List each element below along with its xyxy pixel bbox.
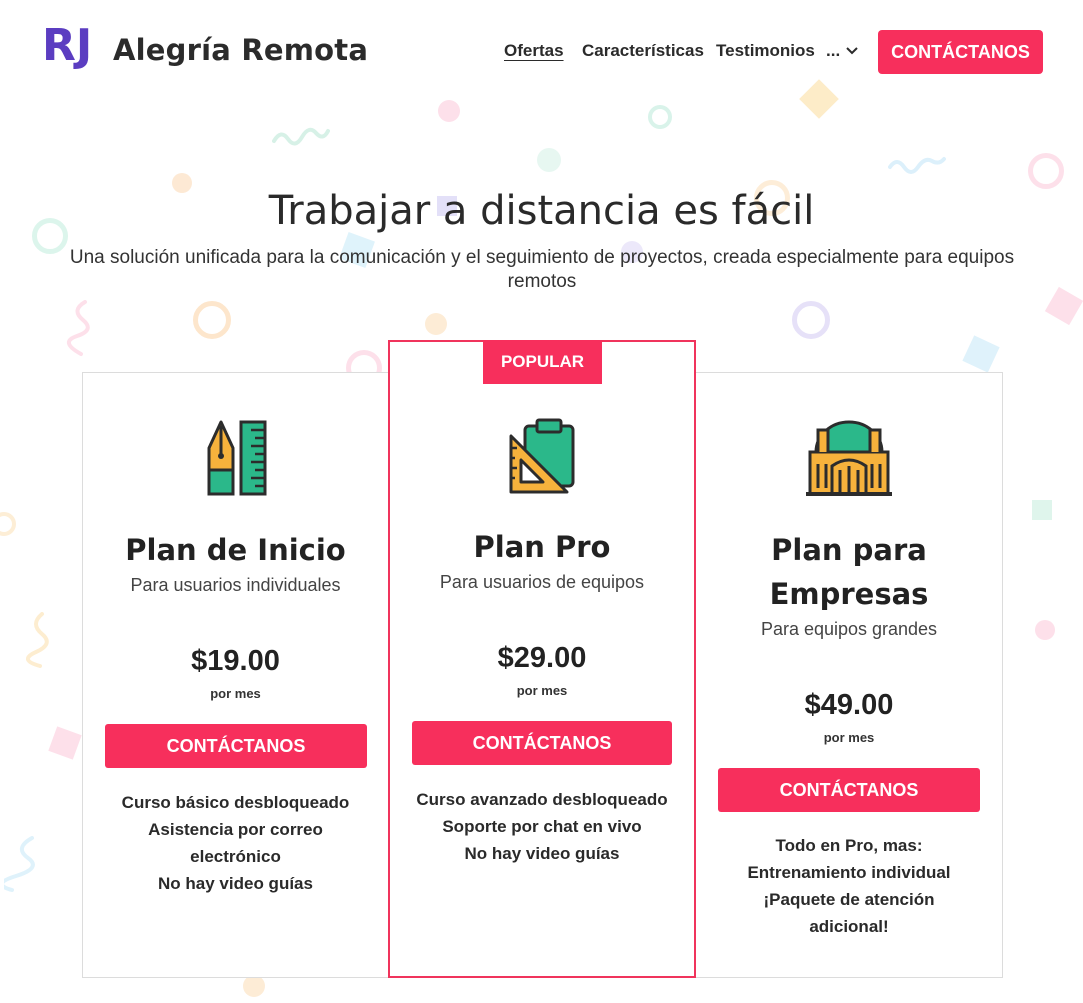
nav-caracteristicas[interactable]: Características	[582, 41, 704, 61]
popular-badge: POPULAR	[483, 340, 602, 384]
plan-price: $29.00	[497, 642, 587, 674]
plan-price: $49.00	[804, 689, 894, 721]
plan-features: Todo en Pro, mas: Entrenamiento individu…	[697, 832, 1001, 940]
plan-title: Plan de Inicio	[125, 533, 346, 567]
plan-contact-button-inicio[interactable]: CONTÁCTANOS	[105, 724, 367, 768]
confetti-square	[1044, 286, 1083, 326]
confetti-square	[48, 726, 82, 760]
confetti-ring	[0, 512, 16, 536]
header-contact-button[interactable]: CONTÁCTANOS	[878, 30, 1043, 74]
feature-item: Curso avanzado desbloqueado	[416, 790, 668, 809]
brand-name[interactable]: Alegría Remota	[113, 33, 368, 67]
confetti-ring	[1028, 153, 1064, 189]
confetti-squiggle	[26, 612, 49, 668]
confetti-square	[1032, 500, 1052, 520]
confetti-dot	[537, 148, 561, 172]
plan-period: por mes	[516, 683, 568, 698]
nav-testimonios[interactable]: Testimonios	[716, 41, 815, 61]
chevron-down-icon	[846, 47, 858, 55]
plan-title: Plan para Empresas	[697, 528, 1001, 616]
plan-title: Plan Pro	[473, 530, 611, 564]
feature-item: Asistencia por correo	[148, 820, 323, 839]
feature-item: Curso básico desbloqueado	[121, 793, 350, 812]
building-dome-icon	[806, 420, 892, 496]
confetti-squiggle	[4, 836, 35, 892]
clipboard-set-square-icon	[509, 418, 575, 494]
confetti-ring	[648, 105, 672, 129]
confetti-square	[799, 79, 839, 119]
plan-features: Curso avanzado desbloqueado Soporte por …	[390, 786, 694, 867]
hero-subtitle: Una solución unificada para la comunicac…	[69, 247, 1015, 292]
confetti-dot	[438, 100, 460, 122]
confetti-dot	[1035, 620, 1055, 640]
feature-item: Entrenamiento individual	[747, 863, 951, 882]
plan-subtitle: Para usuarios individuales	[130, 575, 341, 595]
feature-item: No hay video guías	[464, 844, 620, 863]
confetti-squiggle	[272, 127, 330, 146]
logo-icon[interactable]: RJ	[42, 18, 98, 84]
feature-item: adicional!	[809, 917, 889, 936]
pen-ruler-icon	[207, 420, 267, 496]
plan-features: Curso básico desbloqueado Asistencia por…	[84, 789, 387, 897]
plan-subtitle: Para usuarios de equipos	[439, 572, 645, 592]
plan-contact-button-empresas[interactable]: CONTÁCTANOS	[718, 768, 980, 812]
nav-ofertas[interactable]: Ofertas	[504, 41, 564, 61]
feature-item: ¡Paquete de atención	[763, 890, 935, 909]
nav-more-menu[interactable]: ...	[826, 41, 858, 61]
nav-more-label: ...	[826, 41, 841, 60]
plan-contact-button-pro[interactable]: CONTÁCTANOS	[412, 721, 672, 765]
plan-subtitle: Para equipos grandes	[760, 619, 938, 639]
plan-period: por mes	[823, 730, 875, 745]
confetti-squiggle	[67, 300, 90, 356]
plan-period: por mes	[210, 686, 261, 701]
confetti-dot	[425, 313, 447, 335]
feature-item: No hay video guías	[158, 874, 313, 893]
plan-title-line: Empresas	[769, 577, 929, 611]
confetti-squiggle	[888, 157, 946, 174]
confetti-dot	[243, 975, 265, 997]
plan-price: $19.00	[191, 645, 280, 677]
svg-text:RJ: RJ	[42, 20, 92, 71]
confetti-ring	[193, 301, 231, 339]
confetti-square	[962, 335, 1000, 373]
confetti-ring	[792, 301, 830, 339]
feature-item: electrónico	[190, 847, 281, 866]
hero-title: Trabajar a distancia es fácil	[268, 188, 815, 234]
plan-title-line: Plan para	[771, 533, 927, 567]
feature-item: Soporte por chat en vivo	[442, 817, 642, 836]
feature-item: Todo en Pro, mas:	[775, 836, 923, 855]
